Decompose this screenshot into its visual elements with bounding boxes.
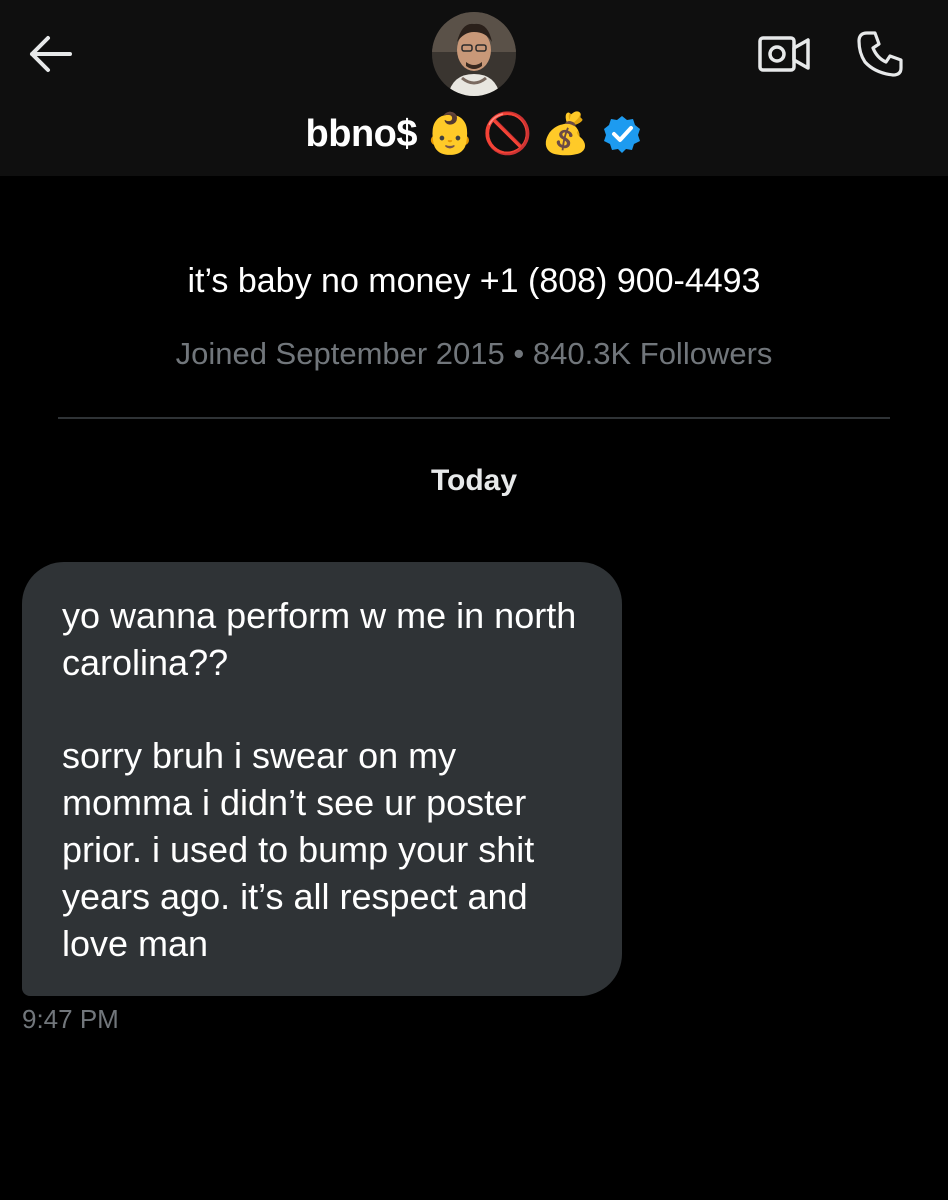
- message-bubble[interactable]: yo wanna perform w me in north carolina?…: [22, 562, 622, 996]
- money-bag-emoji: 💰: [540, 111, 591, 157]
- message-text: sorry bruh i swear on my momma i didn’t …: [62, 735, 545, 964]
- profile-meta: Joined September 2015 • 840.3K Followers: [0, 336, 948, 372]
- avatar[interactable]: [432, 12, 516, 96]
- profile-name-row: bbno$ 👶 🚫 💰: [0, 106, 948, 162]
- date-separator: Today: [430, 464, 518, 497]
- meta-separator: •: [513, 336, 525, 371]
- conversation-header: bbno$ 👶 🚫 💰: [0, 0, 948, 176]
- message-timestamp: 9:47 PM: [22, 1004, 119, 1034]
- video-camera-icon: [758, 36, 810, 72]
- joined-date: Joined September 2015: [175, 336, 505, 371]
- no-entry-emoji: 🚫: [482, 111, 533, 157]
- phone-icon: [857, 31, 903, 77]
- display-name[interactable]: bbno$: [306, 113, 418, 156]
- verified-badge-icon: [604, 116, 641, 153]
- followers-count[interactable]: 840.3K Followers: [533, 336, 773, 371]
- divider: [58, 417, 890, 419]
- message-text: yo wanna perform w me in north carolina?…: [62, 595, 587, 683]
- voice-call-button[interactable]: [850, 24, 910, 84]
- back-button[interactable]: [22, 28, 78, 80]
- profile-photo: [432, 12, 516, 96]
- arrow-left-icon: [30, 36, 72, 72]
- baby-emoji: 👶: [425, 111, 475, 157]
- profile-bio: it’s baby no money +1 (808) 900-4493: [187, 262, 761, 300]
- video-call-button[interactable]: [754, 28, 814, 80]
